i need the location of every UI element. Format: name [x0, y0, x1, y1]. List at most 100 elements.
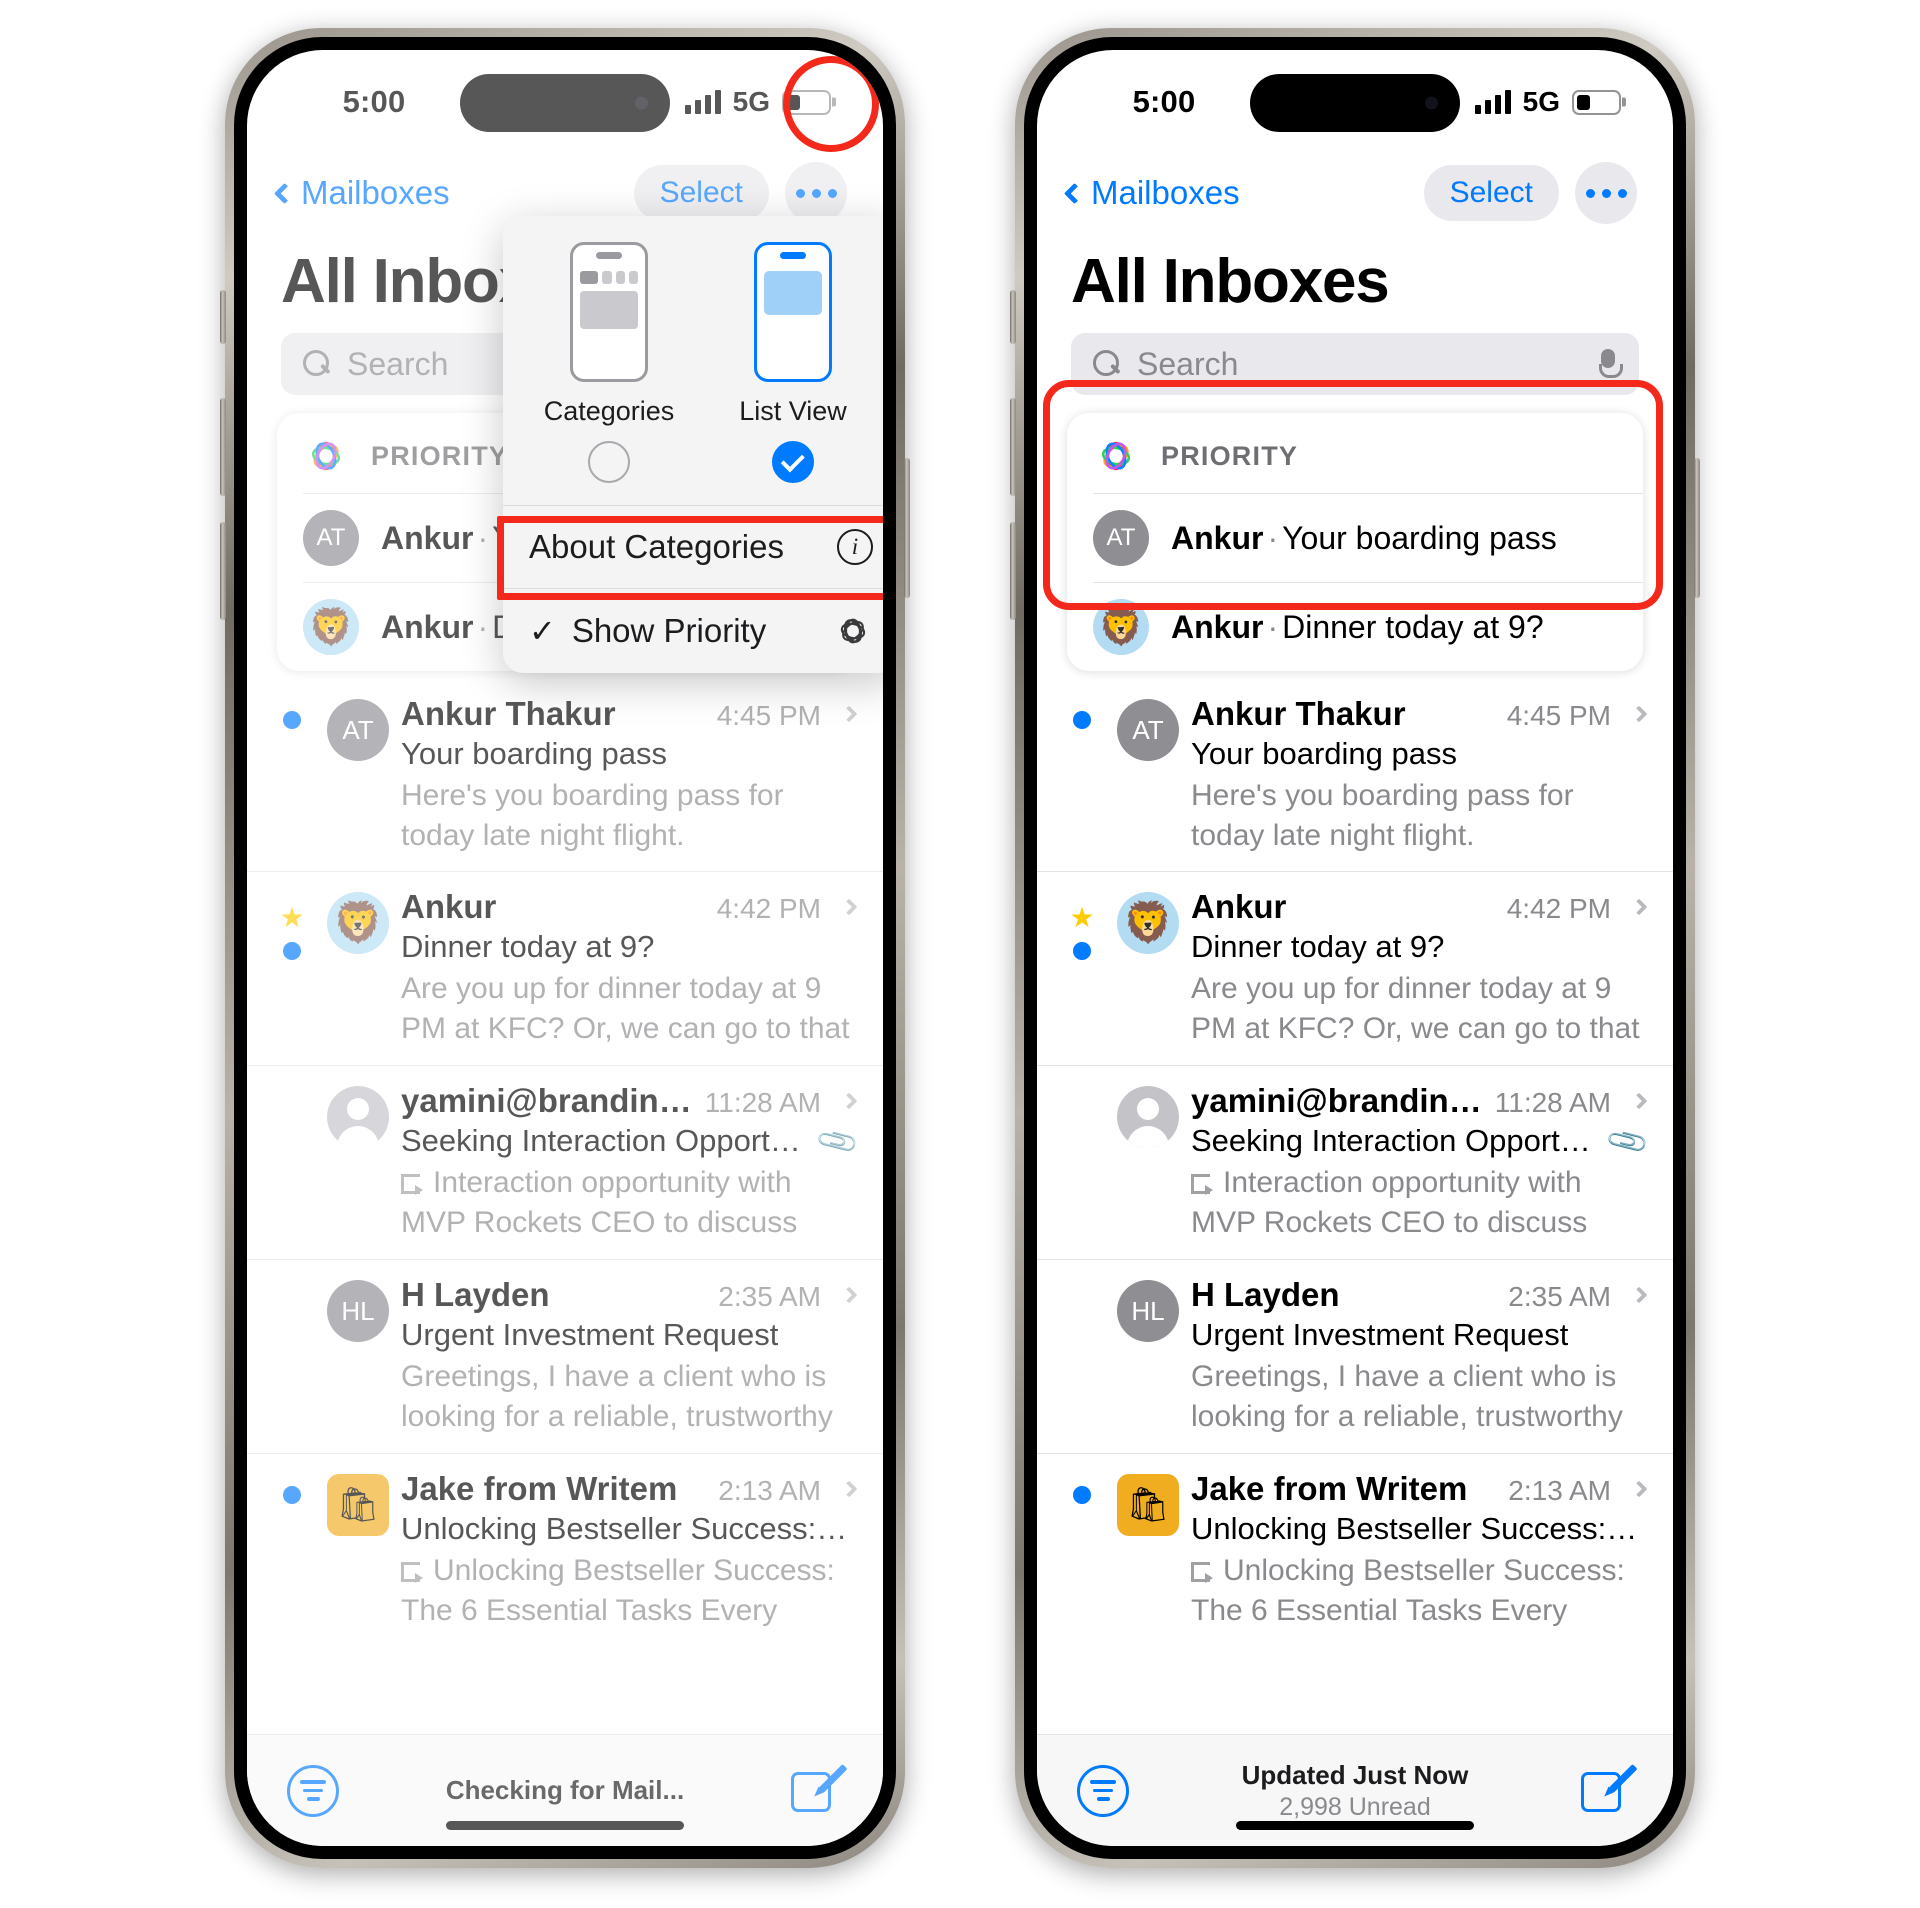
menu-item-about-categories[interactable]: About Categories i [503, 505, 883, 588]
menu-item-show-priority[interactable]: ✓ Show Priority [503, 588, 883, 673]
mailbox-status: Updated Just Now 2,998 Unread [1242, 1760, 1469, 1822]
sender-name: H Layden [1191, 1276, 1340, 1314]
silent-switch[interactable] [1010, 290, 1016, 344]
priority-item-sender: Ankur [1171, 519, 1264, 556]
menu-item-icon [833, 611, 873, 651]
radio-unselected[interactable] [588, 441, 630, 483]
preview-text: Greetings, I have a client who is lookin… [1191, 1360, 1623, 1433]
avatar: 🦁 [1117, 892, 1179, 955]
row-body: Ankur 4:42 PM Dinner today at 9? Are you… [1191, 888, 1648, 1049]
page-title: All Inboxes [1071, 247, 1390, 316]
view-option-categories[interactable]: Categories [517, 242, 701, 483]
table-row[interactable]: AT Ankur Thakur 4:45 PM Your boarding pa… [1037, 679, 1673, 871]
front-camera-icon [1425, 96, 1438, 110]
reply-arrow-icon [1191, 1562, 1215, 1584]
avatar: 🛍 [1117, 1474, 1179, 1537]
network-type-label: 5G [1522, 86, 1560, 117]
priority-item[interactable]: 🦁 Ankur·Dinner today at 9? [1093, 582, 1643, 671]
priority-card[interactable]: PRIORITY AT Ankur·Your boarding pass 🦁 A… [1067, 413, 1643, 671]
unread-dot-icon [1073, 1486, 1091, 1505]
power-button[interactable] [1694, 458, 1700, 598]
row-header: Ankur 4:42 PM [1191, 888, 1648, 926]
ellipsis-icon-dot [1601, 188, 1611, 198]
view-option-list-view[interactable]: List View [701, 242, 883, 483]
subject-line: Dinner today at 9? [1191, 929, 1645, 965]
mail-list: AT Ankur Thakur 4:45 PM Your boarding pa… [1037, 671, 1673, 1647]
preview-body: Unlocking Bestseller Success: The 6 Esse… [1191, 1554, 1625, 1627]
search-input[interactable]: Search [1071, 333, 1639, 395]
row-header: H Layden 2:35 AM [1191, 1276, 1648, 1314]
menu-item-label: Show Priority [571, 612, 767, 649]
ellipsis-icon-dot [1617, 188, 1627, 198]
preview-text: Are you up for dinner today at 9 PM at K… [1191, 972, 1640, 1045]
priority-item-separator: · [1267, 608, 1279, 645]
star-icon: ★ [1069, 902, 1095, 934]
nav-bar: Mailboxes Select [1037, 154, 1673, 232]
phone-left-bezel: 5:00 5G Mailboxes Select All Inboxes Sea… [234, 37, 896, 1859]
row-avatar: AT [1105, 695, 1191, 855]
table-row[interactable]: yamini@brandingarea.com 11:28 AM Seeking… [1037, 1065, 1673, 1259]
unread-dot-icon [1073, 711, 1091, 729]
microphone-icon[interactable] [1599, 349, 1623, 379]
silent-switch[interactable] [220, 290, 226, 344]
priority-item-text: Ankur·Your boarding pass [1171, 520, 1557, 557]
priority-item[interactable]: AT Ankur·Your boarding pass [1093, 493, 1643, 582]
volume-up-button[interactable] [220, 398, 226, 496]
preview-text: Interaction opportunity with MVP Rockets… [1191, 1163, 1645, 1243]
table-row[interactable]: HL H Layden 2:35 AM Urgent Investment Re… [1037, 1259, 1673, 1453]
filter-icon[interactable] [1077, 1764, 1129, 1817]
view-options-popup: Categories List View About Categories i … [503, 216, 883, 673]
chevron-right-icon [1630, 1092, 1648, 1110]
more-options-button[interactable] [1575, 162, 1637, 224]
chevron-right-icon [1630, 1480, 1648, 1498]
back-to-mailboxes-button[interactable]: Mailboxes [1063, 174, 1240, 212]
phone-right-bezel: 5:00 5G Mailboxes Select All Inboxes Sea… [1024, 37, 1686, 1859]
subject-text: Seeking Interaction Opportunity- From Id… [1191, 1123, 1601, 1159]
row-avatar: HL [1105, 1276, 1191, 1437]
priority-header-label: PRIORITY [1161, 440, 1299, 471]
table-row[interactable]: 🛍 Jake from Writem 2:13 AM Unlocking Bes… [1037, 1453, 1673, 1647]
subject-line: Urgent Investment Request [1191, 1317, 1645, 1353]
timestamp: 11:28 AM [1494, 1087, 1611, 1119]
sender-name: yamini@brandingarea.com [1191, 1082, 1485, 1120]
info-circle-icon: i [837, 529, 873, 565]
power-button[interactable] [904, 458, 910, 598]
timestamp: 4:45 PM [1506, 700, 1611, 731]
chevron-left-icon [1063, 182, 1086, 204]
phone-right-screen: 5:00 5G Mailboxes Select All Inboxes Sea… [1037, 50, 1673, 1846]
row-header: Jake from Writem 2:13 AM [1191, 1470, 1648, 1508]
avatar: AT [1093, 510, 1149, 566]
volume-down-button[interactable] [1010, 522, 1016, 620]
row-avatar [1105, 1082, 1191, 1243]
row-flags [1059, 695, 1105, 855]
sender-name: Ankur Thakur [1191, 695, 1406, 732]
row-flags [1059, 1276, 1105, 1437]
search-icon [1093, 350, 1121, 378]
subject-text: Urgent Investment Request [1191, 1317, 1569, 1353]
nav-right-actions: Select [1423, 162, 1637, 224]
phone-left-screen: 5:00 5G Mailboxes Select All Inboxes Sea… [247, 50, 883, 1846]
view-option-label: List View [739, 396, 847, 426]
priority-item-summary: Dinner today at 9? [1282, 608, 1544, 645]
avatar [1117, 1086, 1179, 1149]
row-body: yamini@brandingarea.com 11:28 AM Seeking… [1191, 1082, 1651, 1243]
volume-up-button[interactable] [1010, 398, 1016, 496]
subject-text: Dinner today at 9? [1191, 929, 1445, 965]
sender-name: Jake from Writem [1191, 1470, 1468, 1508]
cellular-bars-icon [1474, 90, 1511, 114]
table-row[interactable]: ★ 🦁 Ankur 4:42 PM Dinner today at 9? Are… [1037, 871, 1673, 1065]
compose-icon[interactable] [1581, 1763, 1638, 1817]
priority-sparkle-icon [840, 618, 866, 644]
home-indicator[interactable] [1236, 1821, 1474, 1830]
unread-dot-icon [1073, 942, 1091, 961]
volume-down-button[interactable] [220, 522, 226, 620]
subject-line: Your boarding pass [1191, 736, 1645, 772]
menu-item-icon: i [837, 529, 873, 565]
row-header: Ankur Thakur 4:45 PM [1191, 695, 1648, 733]
phone-categories-thumbnail-icon [570, 242, 648, 382]
row-flags [1059, 1082, 1105, 1243]
phone-listview-thumbnail-icon [754, 242, 832, 382]
avatar: HL [1117, 1280, 1179, 1343]
radio-selected[interactable] [772, 441, 814, 483]
select-button[interactable]: Select [1423, 165, 1559, 221]
